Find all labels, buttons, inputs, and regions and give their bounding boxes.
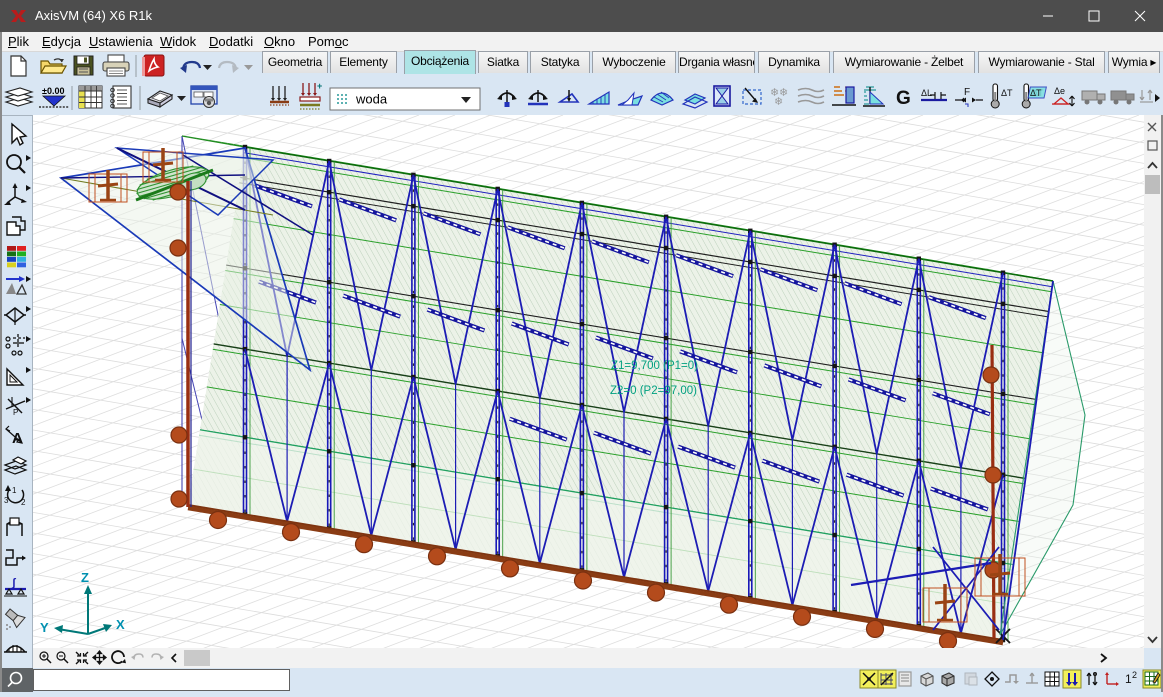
svg-text:3: 3 xyxy=(4,496,9,505)
svg-text:Z1=9,700 (P1=0): Z1=9,700 (P1=0) xyxy=(611,360,698,372)
svg-text:Z: Z xyxy=(81,570,89,585)
svg-text:A: A xyxy=(12,430,23,447)
svg-text:±0.00: ±0.00 xyxy=(42,86,64,96)
svg-text:2: 2 xyxy=(1132,670,1137,680)
svg-text:ΔT: ΔT xyxy=(1030,88,1042,98)
svg-text:❄: ❄ xyxy=(774,96,783,108)
svg-text:1: 1 xyxy=(1125,672,1132,686)
svg-text:2: 2 xyxy=(21,498,26,507)
svg-text:P: P xyxy=(13,408,18,417)
svg-text:woda: woda xyxy=(355,92,388,107)
svg-text:G: G xyxy=(896,88,911,109)
svg-text:Δe: Δe xyxy=(1054,86,1065,96)
svg-text:Y: Y xyxy=(40,620,49,635)
svg-text:ʃ: ʃ xyxy=(11,577,17,589)
svg-text:+: + xyxy=(317,81,322,91)
svg-text:1: 1 xyxy=(12,486,17,495)
svg-text:F: F xyxy=(964,87,970,98)
svg-text:ΔT: ΔT xyxy=(1001,88,1013,98)
svg-text:ΔL: ΔL xyxy=(921,88,932,98)
svg-text:Z2=0 (P2=97,00): Z2=0 (P2=97,00) xyxy=(610,385,697,397)
svg-text:X: X xyxy=(116,617,125,632)
